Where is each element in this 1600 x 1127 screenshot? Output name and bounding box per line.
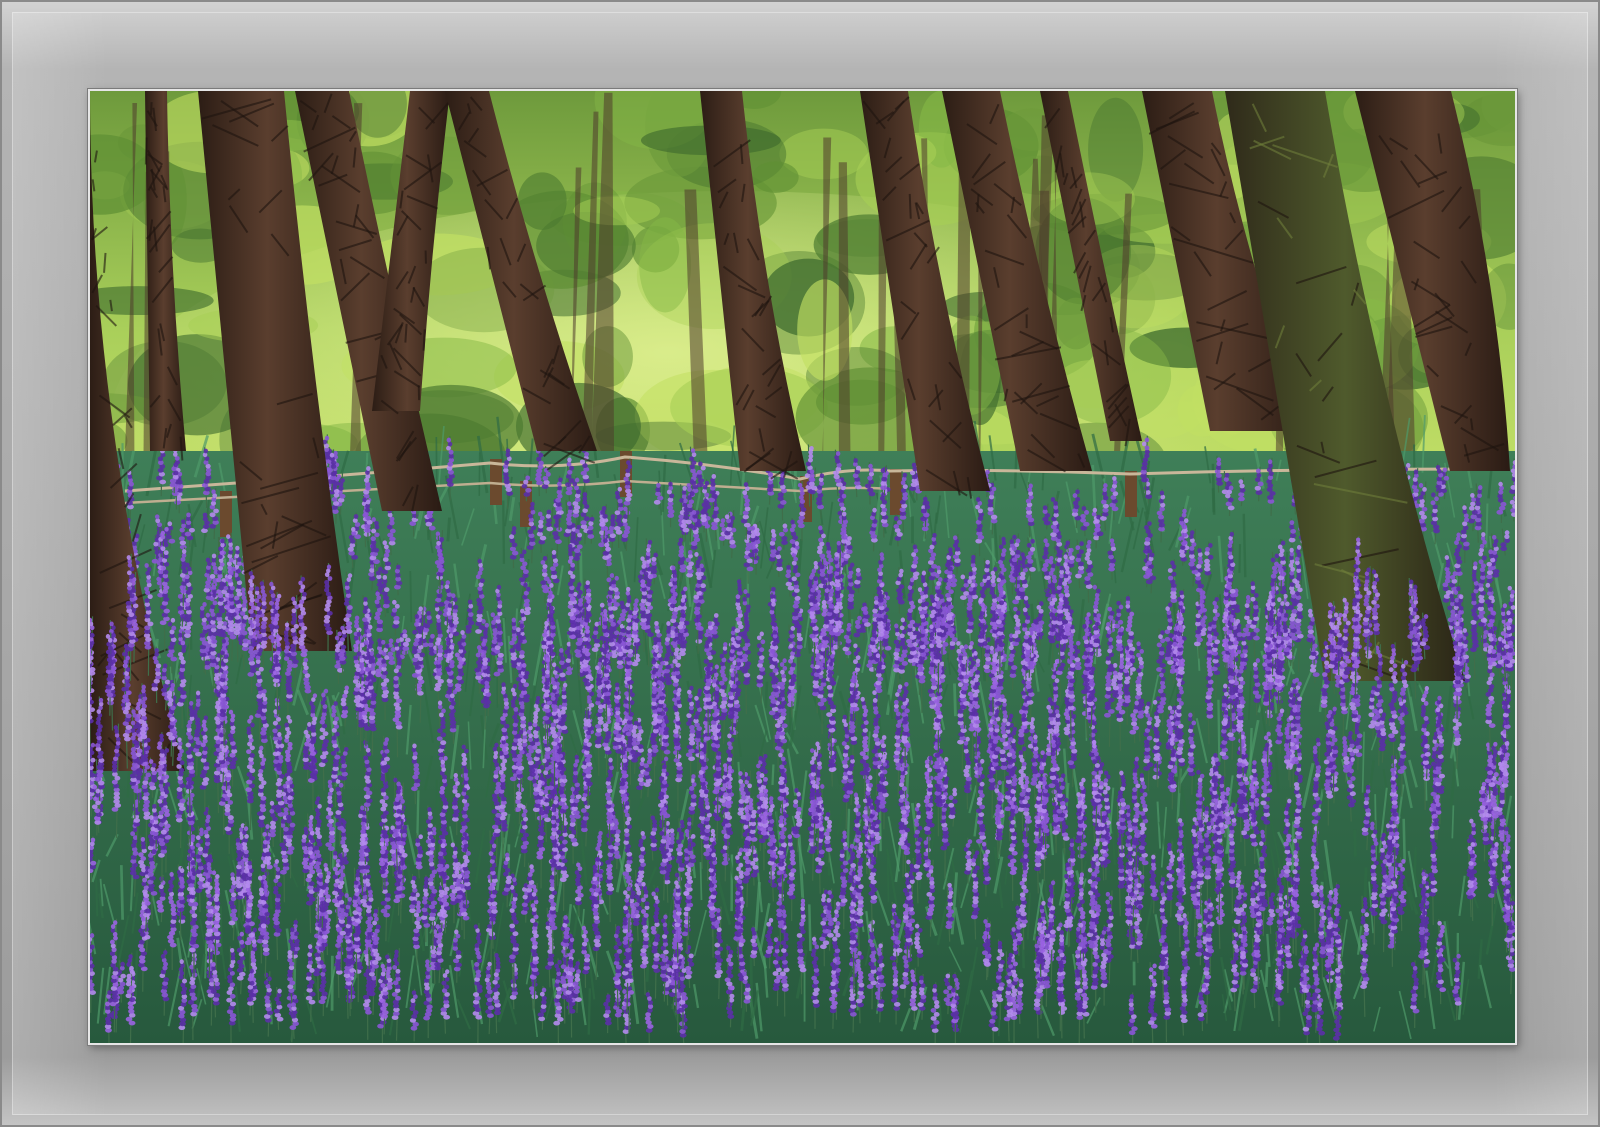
fence-post: [890, 469, 902, 515]
bark-crack: [908, 193, 912, 219]
forest-lavender-photo: [90, 91, 1515, 1043]
leaf-cluster: [752, 161, 799, 193]
bark-crack: [422, 329, 426, 351]
grass-blade: [764, 681, 769, 708]
grass-blade: [1291, 821, 1295, 872]
grass-blade: [587, 988, 592, 1035]
bark-crack: [150, 102, 153, 115]
gray-gradient-frame: [0, 0, 1600, 1127]
grass-blade: [1353, 829, 1357, 857]
grass-blade: [1485, 503, 1489, 548]
bark-crack: [144, 137, 148, 165]
grass-blade: [134, 950, 139, 999]
leaf-cluster: [573, 196, 660, 226]
grass-blade: [808, 904, 812, 951]
grass-blade: [953, 683, 957, 717]
grass-blade: [225, 686, 230, 751]
grass-blade: [1402, 818, 1406, 862]
grass-blade: [1238, 544, 1242, 573]
grass-blade: [1451, 805, 1455, 839]
grass-blade: [446, 517, 451, 542]
fence-post: [1125, 471, 1137, 517]
grass-blade: [1264, 962, 1269, 987]
grass-blade: [502, 500, 506, 564]
grass-blade: [749, 954, 754, 1019]
grass-blade: [1242, 513, 1247, 578]
leaf-cluster: [517, 172, 567, 230]
bark-crack: [404, 323, 408, 343]
grass-blade: [775, 810, 780, 831]
photo-border: [88, 89, 1517, 1045]
grass-blade: [1217, 699, 1221, 762]
grass-blade: [409, 570, 413, 623]
grass-blade: [416, 790, 420, 836]
grass-blade: [119, 865, 124, 920]
grass-blade: [771, 764, 775, 785]
leaf-cluster: [639, 217, 692, 313]
grass-blade: [1211, 488, 1216, 513]
grass-blade: [886, 857, 890, 903]
grass-blade: [699, 862, 703, 901]
